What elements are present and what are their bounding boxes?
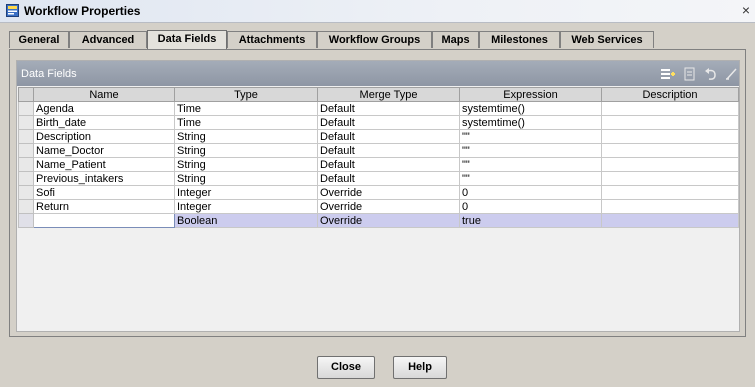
- row-header-cell[interactable]: [18, 101, 34, 116]
- cell-type[interactable]: String: [174, 129, 318, 144]
- add-field-icon[interactable]: [660, 66, 676, 82]
- edit-field-icon[interactable]: [682, 66, 698, 82]
- tab-maps[interactable]: Maps: [432, 31, 479, 48]
- cell-type[interactable]: Integer: [174, 185, 318, 200]
- table-row[interactable]: Birth_date Time Default systemtime(): [18, 115, 739, 130]
- close-window-icon[interactable]: ×: [742, 3, 750, 17]
- cell-expression[interactable]: "": [459, 143, 602, 158]
- cell-expression[interactable]: 0: [459, 199, 602, 214]
- row-header-cell[interactable]: [18, 143, 34, 158]
- cell-merge-type[interactable]: Override: [317, 213, 460, 228]
- tab-panel: Data Fields Name Type Merge Type Express…: [9, 49, 746, 337]
- cell-type[interactable]: String: [174, 143, 318, 158]
- cell-merge-type[interactable]: Override: [317, 199, 460, 214]
- cell-expression[interactable]: true: [459, 213, 602, 228]
- tab-general[interactable]: General: [9, 31, 69, 48]
- table-row[interactable]: Previous_intakers String Default "": [18, 171, 739, 186]
- help-button[interactable]: Help: [393, 356, 447, 379]
- cell-description[interactable]: [601, 157, 739, 172]
- cell-description[interactable]: [601, 171, 739, 186]
- cell-description[interactable]: [601, 129, 739, 144]
- tab-workflow-groups[interactable]: Workflow Groups: [317, 31, 432, 48]
- header-row: Name Type Merge Type Expression Descript…: [18, 87, 739, 102]
- table-row[interactable]: Name_Patient String Default "": [18, 157, 739, 172]
- tab-web-services[interactable]: Web Services: [560, 31, 654, 48]
- tab-advanced[interactable]: Advanced: [69, 31, 147, 48]
- cell-merge-type[interactable]: Default: [317, 101, 460, 116]
- data-fields-table: Name Type Merge Type Expression Descript…: [18, 87, 739, 228]
- table-row[interactable]: Name_Doctor String Default "": [18, 143, 739, 158]
- cell-merge-type[interactable]: Default: [317, 157, 460, 172]
- table-row[interactable]: Return Integer Override 0: [18, 199, 739, 214]
- window-title: Workflow Properties: [24, 4, 141, 18]
- cell-name[interactable]: Return: [33, 199, 175, 214]
- column-header-description[interactable]: Description: [601, 87, 739, 102]
- cell-expression[interactable]: "": [459, 171, 602, 186]
- cell-name[interactable]: Birth_date: [33, 115, 175, 130]
- cell-merge-type[interactable]: Default: [317, 171, 460, 186]
- cell-type[interactable]: String: [174, 157, 318, 172]
- delete-icon[interactable]: [723, 66, 739, 82]
- tab-milestones[interactable]: Milestones: [479, 31, 560, 48]
- column-header-name[interactable]: Name: [33, 87, 175, 102]
- cell-type[interactable]: Integer: [174, 199, 318, 214]
- column-header-type[interactable]: Type: [174, 87, 318, 102]
- cell-type[interactable]: String: [174, 171, 318, 186]
- cell-name[interactable]: [33, 213, 175, 228]
- section-title: Data Fields: [21, 68, 77, 80]
- row-header-cell[interactable]: [18, 171, 34, 186]
- cell-description[interactable]: [601, 101, 739, 116]
- cell-expression[interactable]: "": [459, 157, 602, 172]
- title-bar: Workflow Properties ×: [0, 0, 755, 23]
- cell-name[interactable]: Name_Doctor: [33, 143, 175, 158]
- cell-name[interactable]: Name_Patient: [33, 157, 175, 172]
- cell-name[interactable]: Agenda: [33, 101, 175, 116]
- tab-data-fields[interactable]: Data Fields: [147, 30, 227, 49]
- cell-name[interactable]: Sofi: [33, 185, 175, 200]
- cell-description[interactable]: [601, 199, 739, 214]
- cell-expression[interactable]: 0: [459, 185, 602, 200]
- column-header-expression[interactable]: Expression: [459, 87, 602, 102]
- cell-expression[interactable]: "": [459, 129, 602, 144]
- cell-description[interactable]: [601, 143, 739, 158]
- cell-description[interactable]: [601, 115, 739, 130]
- cell-merge-type[interactable]: Default: [317, 143, 460, 158]
- cell-description[interactable]: [601, 213, 739, 228]
- row-header-cell[interactable]: [18, 199, 34, 214]
- workflow-app-icon: [6, 4, 19, 17]
- row-header-cell[interactable]: [18, 157, 34, 172]
- table-row[interactable]: Description String Default "": [18, 129, 739, 144]
- table-row[interactable]: Agenda Time Default systemtime(): [18, 101, 739, 116]
- cell-type[interactable]: Time: [174, 101, 318, 116]
- cell-expression[interactable]: systemtime(): [459, 101, 602, 116]
- cell-name[interactable]: Previous_intakers: [33, 171, 175, 186]
- section-header: Data Fields: [17, 61, 739, 86]
- row-header-corner: [18, 87, 34, 102]
- row-header-cell[interactable]: [18, 213, 34, 228]
- tab-attachments[interactable]: Attachments: [227, 31, 317, 48]
- row-header-cell[interactable]: [18, 185, 34, 200]
- close-button[interactable]: Close: [317, 356, 375, 379]
- cell-name[interactable]: Description: [33, 129, 175, 144]
- cell-merge-type[interactable]: Override: [317, 185, 460, 200]
- cell-merge-type[interactable]: Default: [317, 115, 460, 130]
- table-row[interactable]: Boolean Override true: [18, 213, 739, 228]
- cell-type[interactable]: Boolean: [174, 213, 318, 228]
- table-row[interactable]: Sofi Integer Override 0: [18, 185, 739, 200]
- data-fields-section: Data Fields Name Type Merge Type Express…: [16, 60, 740, 332]
- cell-type[interactable]: Time: [174, 115, 318, 130]
- cell-description[interactable]: [601, 185, 739, 200]
- data-fields-grid: Name Type Merge Type Expression Descript…: [18, 87, 739, 228]
- cell-expression[interactable]: systemtime(): [459, 115, 602, 130]
- column-header-merge-type[interactable]: Merge Type: [317, 87, 460, 102]
- undo-icon[interactable]: [703, 66, 719, 82]
- cell-merge-type[interactable]: Default: [317, 129, 460, 144]
- row-header-cell[interactable]: [18, 115, 34, 130]
- row-header-cell[interactable]: [18, 129, 34, 144]
